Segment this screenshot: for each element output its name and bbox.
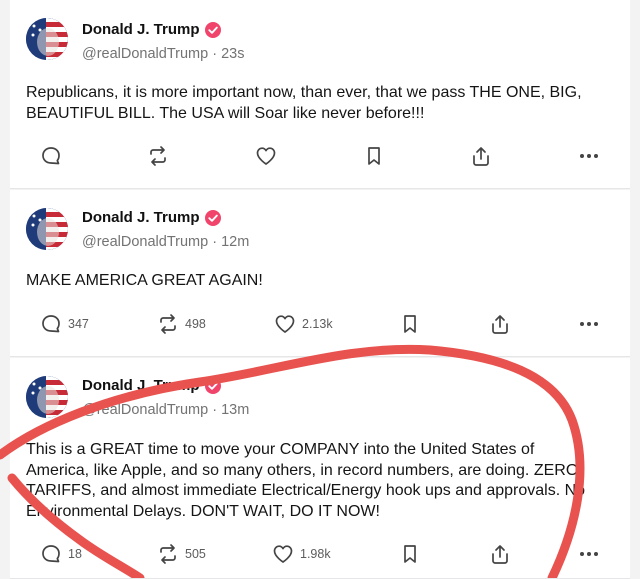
post-time: · 23s xyxy=(212,46,245,62)
share-button[interactable] xyxy=(489,309,511,339)
more-dots-icon xyxy=(580,552,598,556)
repost-count: 505 xyxy=(185,547,206,561)
verified-badge-icon xyxy=(204,377,221,394)
share-icon xyxy=(492,315,508,334)
avatar-flag-face-image xyxy=(26,376,68,418)
bookmark-icon xyxy=(368,147,380,165)
share-icon xyxy=(492,545,508,564)
like-button[interactable]: 1.98k xyxy=(272,539,331,569)
repost-icon xyxy=(160,544,176,564)
author-handle-row: @realDonaldTrump · 13m xyxy=(82,402,249,418)
like-count: 2.13k xyxy=(302,317,333,331)
post-time: · 13m xyxy=(212,402,250,418)
post-actions xyxy=(10,141,630,171)
bookmark-icon xyxy=(404,315,416,333)
post-text: MAKE AMERICA GREAT AGAIN! xyxy=(26,272,263,289)
author-handle-row: @realDonaldTrump · 23s xyxy=(82,46,244,62)
author-handle-row: @realDonaldTrump · 12m xyxy=(82,234,249,250)
repost-count: 498 xyxy=(185,317,206,331)
repost-button[interactable] xyxy=(147,141,175,171)
reply-button[interactable]: 18 xyxy=(40,539,82,569)
post-card[interactable]: Donald J. Trump @realDonaldTrump · 13m T… xyxy=(10,358,630,579)
reply-button[interactable] xyxy=(40,141,68,171)
repost-button[interactable]: 505 xyxy=(157,539,206,569)
bookmark-button[interactable] xyxy=(399,309,421,339)
post-feed: Donald J. Trump @realDonaldTrump · 23s R… xyxy=(10,0,630,579)
repost-icon xyxy=(150,146,166,166)
author-name[interactable]: Donald J. Trump xyxy=(82,21,200,38)
heart-icon xyxy=(256,147,276,165)
share-button[interactable] xyxy=(470,141,492,171)
author-row: Donald J. Trump xyxy=(82,21,221,38)
like-count: 1.98k xyxy=(300,547,331,561)
share-button[interactable] xyxy=(489,539,511,569)
reply-count: 18 xyxy=(68,547,82,561)
repost-button[interactable]: 498 xyxy=(157,309,206,339)
author-handle[interactable]: @realDonaldTrump xyxy=(82,234,208,250)
verified-badge-icon xyxy=(204,209,221,226)
reply-count: 347 xyxy=(68,317,89,331)
more-dots-icon xyxy=(580,322,598,326)
more-button[interactable] xyxy=(578,539,600,569)
like-button[interactable] xyxy=(255,141,283,171)
more-dots-icon xyxy=(580,154,598,158)
author-name[interactable]: Donald J. Trump xyxy=(82,209,200,226)
avatar-flag-face-image xyxy=(26,18,68,60)
bookmark-button[interactable] xyxy=(399,539,421,569)
post-card[interactable]: Donald J. Trump @realDonaldTrump · 23s R… xyxy=(10,0,630,189)
author-name[interactable]: Donald J. Trump xyxy=(82,377,200,394)
avatar[interactable] xyxy=(26,18,68,60)
verified-badge-icon xyxy=(204,21,221,38)
post-actions: 18 505 1.98k xyxy=(10,539,630,569)
author-handle[interactable]: @realDonaldTrump xyxy=(82,402,208,418)
post-actions: 347 498 2.13k xyxy=(10,309,630,339)
like-button[interactable]: 2.13k xyxy=(274,309,333,339)
avatar[interactable] xyxy=(26,208,68,250)
bookmark-button[interactable] xyxy=(363,141,385,171)
reply-icon xyxy=(42,147,60,165)
reply-icon xyxy=(42,545,60,563)
bookmark-icon xyxy=(404,545,416,563)
post-text: This is a GREAT time to move your COMPAN… xyxy=(26,441,586,520)
more-button[interactable] xyxy=(578,141,600,171)
post-text: Republicans, it is more important now, t… xyxy=(26,84,582,122)
avatar[interactable] xyxy=(26,376,68,418)
reply-icon xyxy=(42,315,60,333)
heart-icon xyxy=(273,545,293,563)
repost-icon xyxy=(160,314,176,334)
more-button[interactable] xyxy=(578,309,600,339)
author-row: Donald J. Trump xyxy=(82,377,221,394)
author-handle[interactable]: @realDonaldTrump xyxy=(82,46,208,62)
author-row: Donald J. Trump xyxy=(82,209,221,226)
heart-icon xyxy=(275,315,295,333)
post-time: · 12m xyxy=(212,234,250,250)
avatar-flag-face-image xyxy=(26,208,68,250)
share-icon xyxy=(473,147,489,166)
reply-button[interactable]: 347 xyxy=(40,309,89,339)
post-card[interactable]: Donald J. Trump @realDonaldTrump · 12m M… xyxy=(10,190,630,357)
